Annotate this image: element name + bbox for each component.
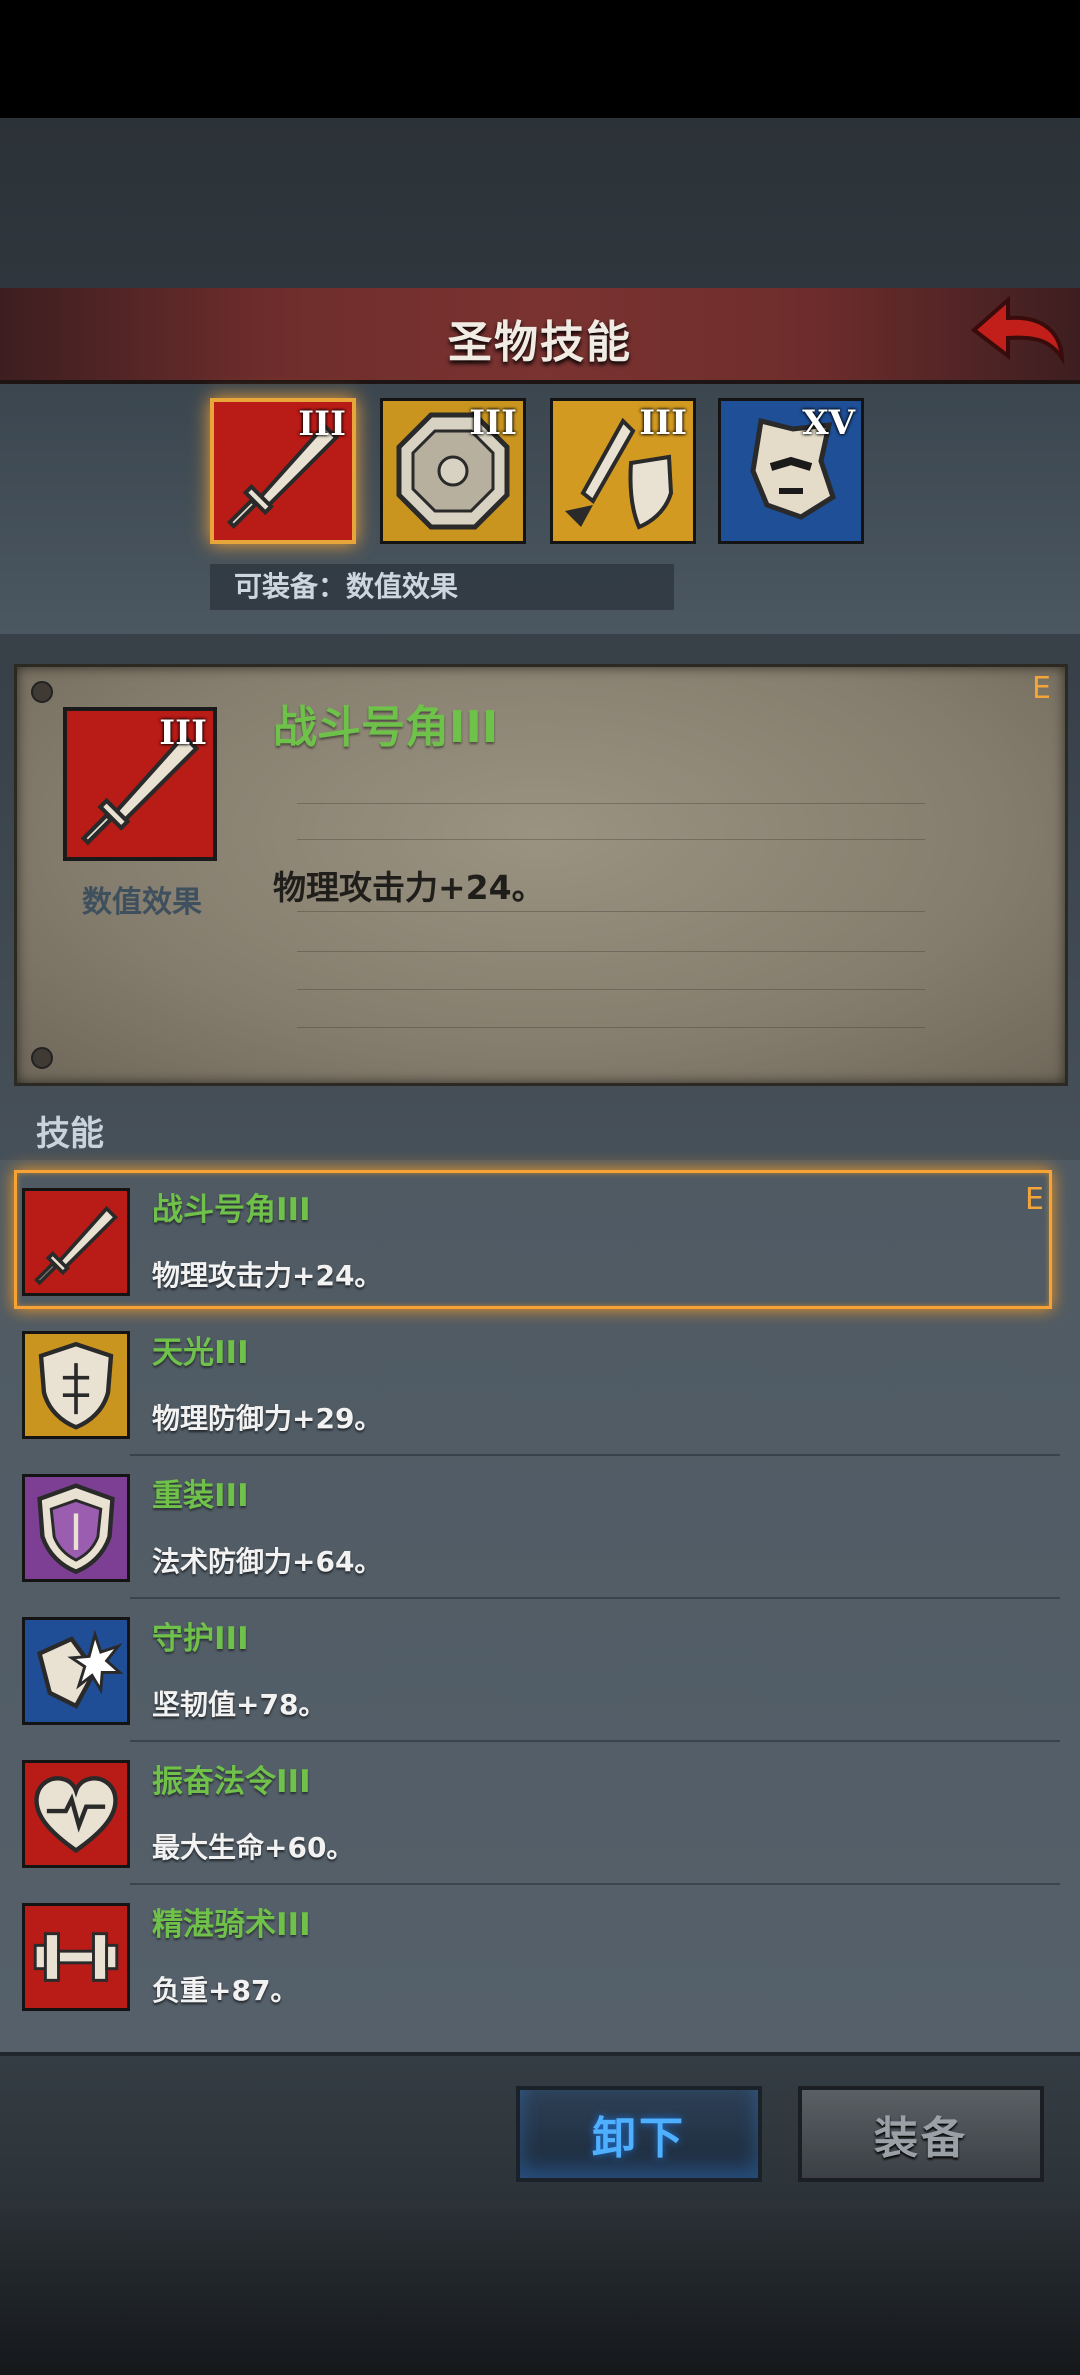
skill-description: 最大生命+60。 — [152, 1831, 355, 1864]
skill-icon-4 — [22, 1617, 130, 1725]
skill-description: 法术防御力+64。 — [152, 1545, 383, 1578]
skill-row-2[interactable]: 天光III 物理防御力+29。 — [0, 1313, 1080, 1456]
divider — [297, 951, 925, 952]
skill-icon-6 — [22, 1903, 130, 2011]
burst-shield-icon — [36, 1629, 124, 1709]
divider — [297, 1027, 925, 1028]
skill-icon-3 — [22, 1474, 130, 1582]
relic-slot-1[interactable]: III — [210, 398, 356, 544]
skill-icon-5 — [22, 1760, 130, 1868]
skill-name: 精湛骑术III — [152, 1907, 311, 1943]
heart-icon — [34, 1776, 118, 1854]
skill-row-5[interactable]: 振奋法令III 最大生命+60。 — [0, 1742, 1080, 1885]
detail-skill-icon: III — [63, 707, 217, 861]
shield-icon — [38, 1341, 114, 1430]
divider — [297, 911, 925, 912]
rivet — [31, 681, 53, 703]
equippable-type-label: 可装备：数值效果 — [210, 564, 674, 610]
skill-row-6[interactable]: 精湛骑术III 负重+87。 — [0, 1885, 1080, 2028]
skill-icon-2 — [22, 1331, 130, 1439]
divider — [297, 989, 925, 990]
skill-description: 物理攻击力+24。 — [152, 1259, 383, 1292]
skill-icon-1 — [22, 1188, 130, 1296]
skills-list: 战斗号角III 物理攻击力+24。 E 天光III 物理防御力+29。 重装II… — [0, 1160, 1080, 2052]
relic-slot-3[interactable]: III — [550, 398, 696, 544]
page-title: 圣物技能 — [448, 317, 632, 368]
skill-row-4[interactable]: 守护III 坚韧值+78。 — [0, 1599, 1080, 1742]
back-arrow-icon — [970, 295, 1065, 366]
equip-button[interactable]: 装备 — [798, 2086, 1044, 2182]
equipped-badge: E — [1032, 671, 1051, 706]
relic-slot-4[interactable]: XV — [718, 398, 864, 544]
detail-rank: III — [159, 713, 207, 753]
skill-name: 重装III — [152, 1478, 249, 1514]
divider — [297, 839, 925, 840]
skill-row-3[interactable]: 重装III 法术防御力+64。 — [0, 1456, 1080, 1599]
detail-skill-name: 战斗号角III — [273, 702, 499, 753]
dumbbell-icon — [33, 1932, 119, 1982]
relic-rank: III — [298, 404, 346, 444]
relic-rank: III — [639, 403, 687, 443]
divider — [297, 803, 925, 804]
equipped-badge: E — [1025, 1182, 1044, 1217]
skill-name: 天光III — [152, 1335, 249, 1371]
detail-skill-description: 物理攻击力+24。 — [273, 868, 545, 907]
header-bar: 圣物技能 — [0, 288, 1080, 384]
sword-icon — [34, 1205, 118, 1286]
skill-name: 战斗号角III — [152, 1192, 311, 1228]
skill-name: 振奋法令III — [152, 1764, 311, 1800]
relic-rank: XV — [802, 403, 855, 443]
unequip-button[interactable]: 卸下 — [516, 2086, 762, 2182]
skills-section-title: 技能 — [36, 1114, 104, 1154]
skill-name: 守护III — [152, 1621, 249, 1657]
action-bar: 卸下 装备 — [0, 2052, 1080, 2212]
skill-description: 负重+87。 — [152, 1974, 299, 2007]
heavy-shield-icon — [37, 1483, 115, 1575]
relic-rank: III — [469, 403, 517, 443]
back-arrow-button[interactable] — [968, 292, 1068, 372]
skill-detail-card: III 数值效果 战斗号角III 物理攻击力+24。 E — [14, 664, 1068, 1086]
detail-icon-label: 数值效果 — [82, 885, 202, 920]
relic-selector: III III III XV 可装备：数值效果 — [0, 384, 1080, 634]
bottom-band — [0, 2208, 1080, 2375]
skill-description: 物理防御力+29。 — [152, 1402, 383, 1435]
skill-description: 坚韧值+78。 — [152, 1688, 327, 1721]
rivet — [31, 1047, 53, 1069]
skill-row-1[interactable]: 战斗号角III 物理攻击力+24。 E — [0, 1170, 1080, 1313]
relic-slot-2[interactable]: III — [380, 398, 526, 544]
